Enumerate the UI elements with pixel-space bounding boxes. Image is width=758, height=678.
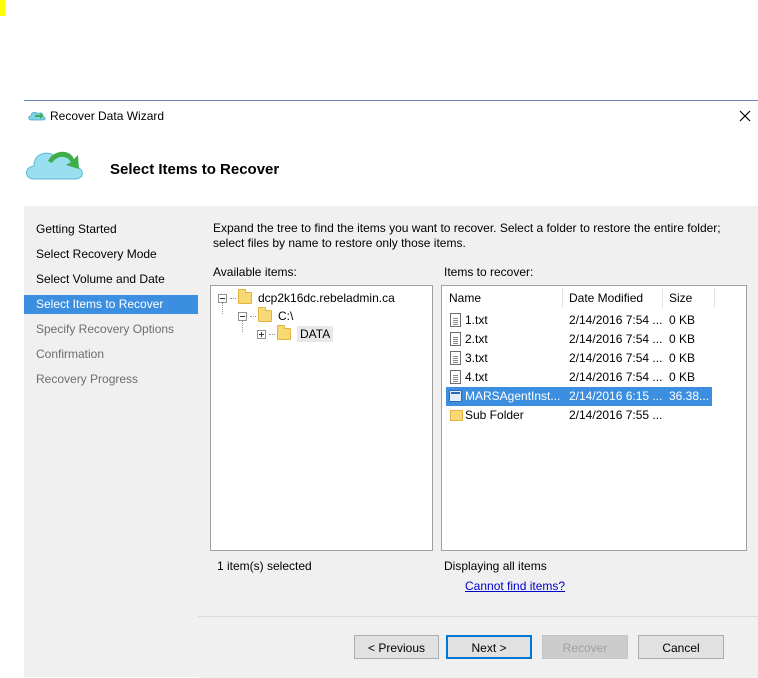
column-header-name[interactable]: Name — [442, 286, 562, 310]
wizard-header: Select Items to Recover — [24, 133, 758, 205]
items-to-recover-label: Items to recover: — [444, 265, 534, 279]
close-icon — [739, 110, 751, 122]
text-file-icon — [450, 332, 461, 346]
cloud-recovery-icon — [24, 143, 90, 186]
title-bar: Recover Data Wizard — [24, 101, 758, 131]
column-header-size[interactable]: Size — [662, 286, 714, 310]
text-file-icon — [450, 313, 461, 327]
tree-node-label: dcp2k16dc.rebeladmin.ca — [258, 291, 395, 305]
available-items-label: Available items: — [213, 265, 297, 279]
column-header-date-modified[interactable]: Date Modified — [562, 286, 662, 310]
list-item[interactable]: Sub Folder 2/14/2016 7:55 ... — [446, 406, 712, 425]
list-item[interactable]: 4.txt 2/14/2016 7:54 ... 0 KB — [446, 368, 712, 387]
tree-node-label: DATA — [297, 326, 334, 342]
page-title: Select Items to Recover — [110, 161, 280, 178]
next-button[interactable]: Next > — [446, 635, 532, 659]
wizard-footer: < Previous Next > Recover Cancel — [198, 616, 758, 678]
previous-button[interactable]: < Previous — [354, 635, 439, 659]
yellow-marker — [0, 0, 5, 16]
step-recovery-progress: Recovery Progress — [36, 372, 139, 386]
available-items-tree[interactable]: dcp2k16dc.rebeladmin.ca C:\ DATA — [210, 285, 433, 551]
recover-data-wizard-window: Recover Data Wizard Select Items to Reco… — [24, 100, 758, 678]
step-select-items-to-recover[interactable]: Select Items to Recover — [24, 295, 198, 314]
tree-node-label: C:\ — [278, 309, 294, 323]
folder-icon — [277, 325, 291, 340]
cancel-button[interactable]: Cancel — [638, 635, 724, 659]
cannot-find-items-link[interactable]: Cannot find items? — [465, 579, 565, 593]
recover-button: Recover — [542, 635, 628, 659]
step-confirmation: Confirmation — [36, 347, 105, 361]
collapse-icon[interactable] — [218, 293, 227, 303]
text-file-icon — [450, 370, 461, 384]
tree-node-drive[interactable]: C:\ — [238, 307, 293, 325]
installer-icon — [449, 390, 462, 402]
text-file-icon — [450, 351, 461, 365]
wizard-content: Expand the tree to find the items you wa… — [198, 206, 758, 677]
tree-node-data-folder[interactable]: DATA — [257, 325, 334, 343]
instructions-text: Expand the tree to find the items you wa… — [213, 221, 721, 250]
cloud-backup-icon — [28, 109, 46, 124]
step-select-volume-and-date[interactable]: Select Volume and Date — [24, 267, 198, 292]
window-title: Recover Data Wizard — [50, 109, 165, 123]
selected-count-text: 1 item(s) selected — [217, 559, 312, 573]
folder-icon — [258, 307, 272, 322]
tree-node-server[interactable]: dcp2k16dc.rebeladmin.ca — [218, 289, 395, 307]
expand-icon[interactable] — [257, 329, 266, 339]
items-to-recover-list[interactable]: Name Date Modified Size 1.txt 2/14/2016 … — [441, 285, 747, 551]
step-getting-started[interactable]: Getting Started — [24, 217, 198, 242]
list-item[interactable]: 2.txt 2/14/2016 7:54 ... 0 KB — [446, 330, 712, 349]
folder-icon — [238, 289, 252, 304]
step-select-recovery-mode[interactable]: Select Recovery Mode — [24, 242, 198, 267]
list-item[interactable]: 3.txt 2/14/2016 7:54 ... 0 KB — [446, 349, 712, 368]
list-item-selected[interactable]: MARSAgentInst... 2/14/2016 6:15 ... 36.3… — [446, 387, 712, 406]
list-item[interactable]: 1.txt 2/14/2016 7:54 ... 0 KB — [446, 311, 712, 330]
close-button[interactable] — [736, 107, 754, 125]
collapse-icon[interactable] — [238, 311, 247, 321]
display-status-text: Displaying all items — [444, 559, 547, 573]
step-specify-recovery-options: Specify Recovery Options — [36, 322, 175, 336]
wizard-steps-sidebar: Getting Started Select Recovery Mode Sel… — [24, 206, 198, 677]
folder-icon — [450, 410, 463, 421]
